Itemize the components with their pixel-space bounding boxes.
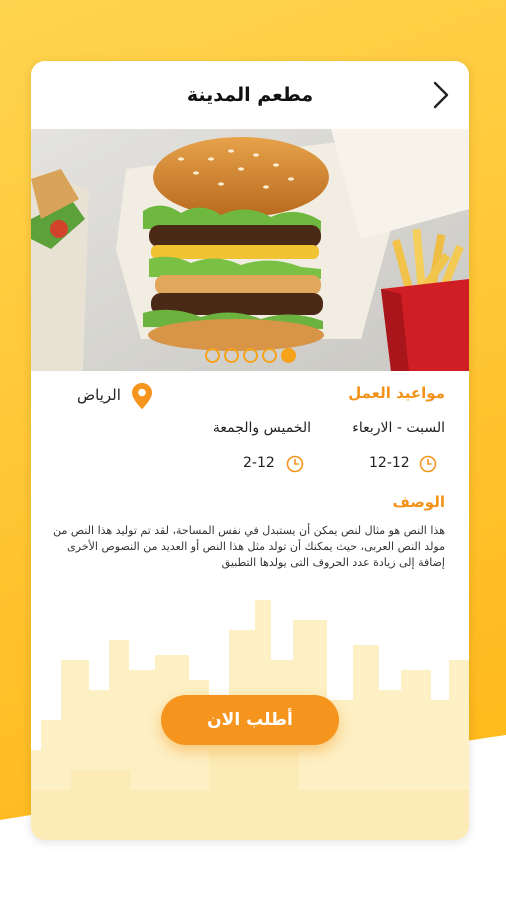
time-weekend: 2-12 [243,455,275,471]
carousel-dot[interactable] [204,348,220,363]
description-title: الوصف [392,493,445,511]
page-title: مطعم المدينة [186,84,314,106]
carousel-dot[interactable] [242,348,258,363]
card-header: مطعم المدينة [31,61,469,129]
clock-icon [286,455,304,473]
chevron-right-icon [433,81,449,109]
details-content: الرياض مواعيد العمل السبت - الاربعاء الخ… [31,371,469,840]
restaurant-card: مطعم المدينة الرياض مواعيد العمل السبت -… [31,61,469,840]
back-button[interactable] [427,81,455,109]
days-weekdays: السبت - الاربعاء [352,420,445,436]
time-weekdays: 12-12 [369,455,410,471]
clock-icon [419,455,437,473]
carousel-dots [31,348,469,363]
days-weekend: الخميس والجمعة [212,420,311,436]
order-now-button[interactable]: أطلب الان [161,695,339,745]
carousel-dot[interactable] [223,348,239,363]
food-image-carousel[interactable] [31,129,469,371]
carousel-dot[interactable] [261,348,277,363]
carousel-dot-active[interactable] [280,348,296,363]
description-text: هذا النص هو مثال لنص يمكن أن يستبدل في ن… [53,524,445,569]
location-text: الرياض [77,386,121,404]
burger-photo [31,129,469,371]
map-pin-icon [132,383,152,409]
working-hours-title: مواعيد العمل [348,384,445,402]
